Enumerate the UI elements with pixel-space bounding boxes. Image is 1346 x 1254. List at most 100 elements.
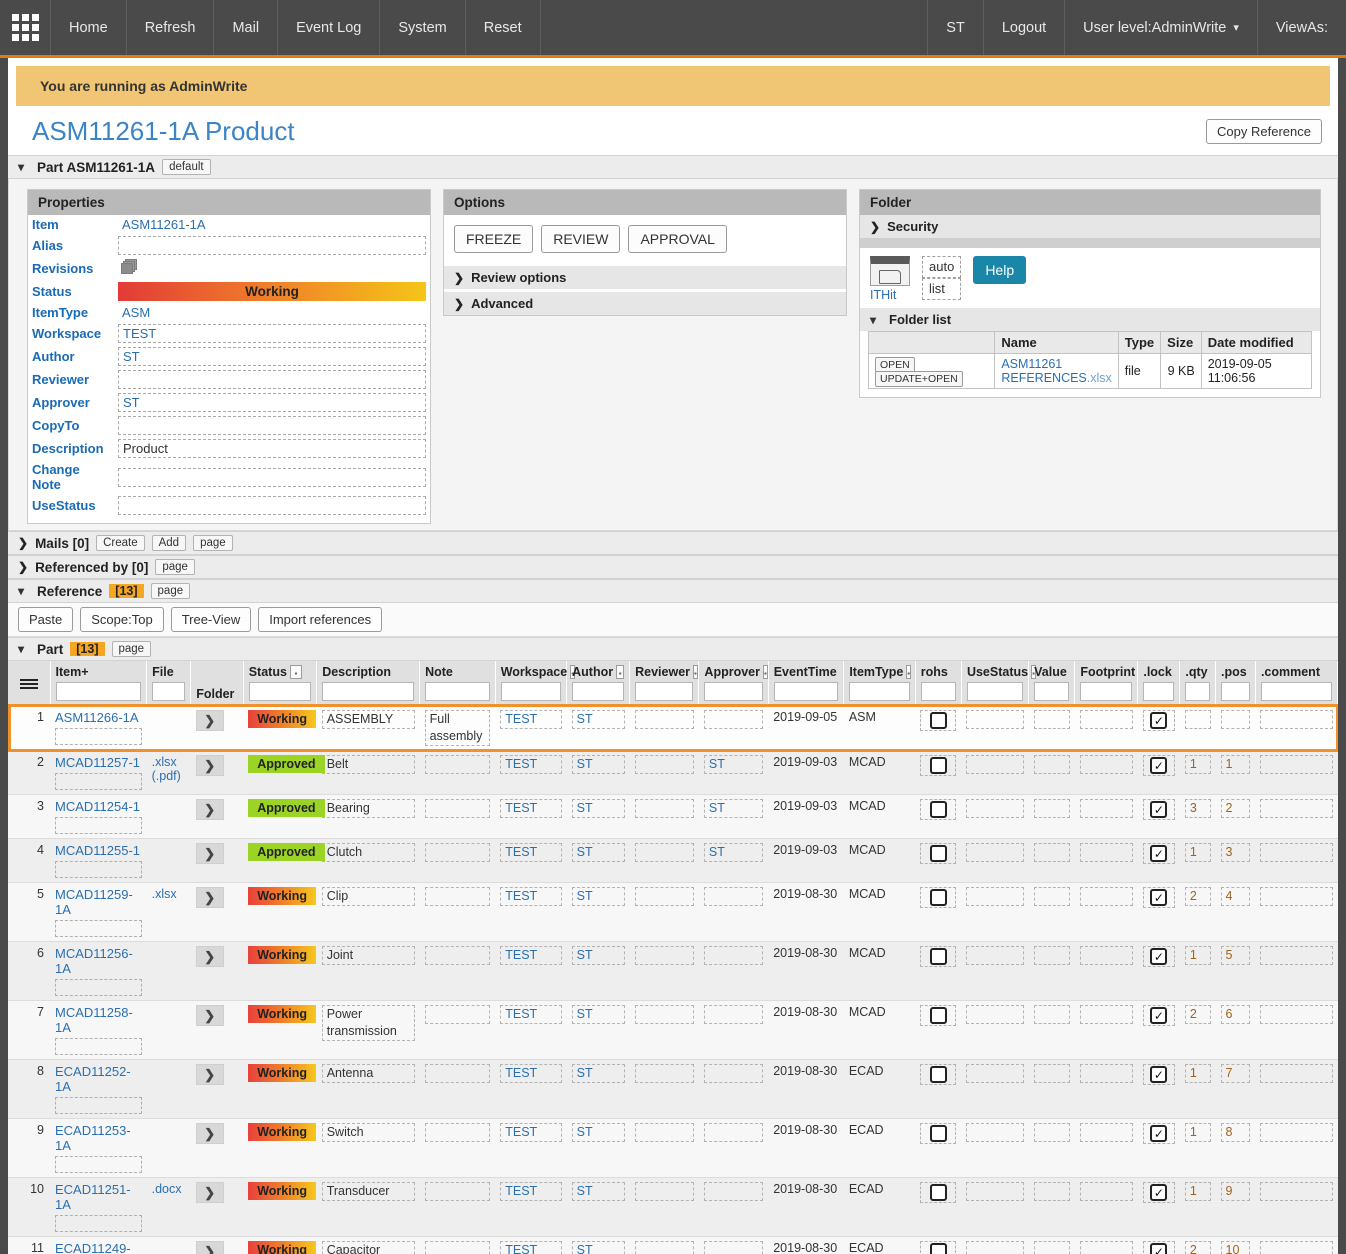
cell-workspace[interactable]: TEST xyxy=(495,705,567,751)
cell-approver[interactable] xyxy=(698,1059,769,1119)
filter-input-item[interactable] xyxy=(55,682,142,701)
nav-item-view-as[interactable]: ViewAs: xyxy=(1256,0,1346,55)
cell-usestatus[interactable] xyxy=(961,1000,1029,1060)
cell-value[interactable] xyxy=(703,1241,764,1254)
cell-folder[interactable]: ❯ xyxy=(190,1177,244,1237)
property-field-workspace[interactable]: TEST xyxy=(118,324,426,343)
cell-value[interactable]: 1 xyxy=(1184,843,1211,862)
cell-value[interactable] xyxy=(1028,941,1075,1001)
cell-file[interactable]: .xlsx xyxy=(146,882,191,942)
chevron-right-icon[interactable]: ❯ xyxy=(18,560,28,574)
cell-description[interactable]: Clip xyxy=(316,882,420,942)
filter-input-file[interactable] xyxy=(152,682,186,701)
cell-comment[interactable] xyxy=(1255,838,1338,883)
item-edit-slot[interactable] xyxy=(55,728,142,745)
expand-folder-button[interactable]: ❯ xyxy=(195,1182,224,1203)
cell-item[interactable]: MCAD11257-1 xyxy=(50,750,147,795)
lock-checkbox-wrap[interactable]: ✓ xyxy=(1142,755,1175,776)
cell-footprint[interactable] xyxy=(1074,1177,1138,1237)
cell-value[interactable] xyxy=(1220,710,1251,729)
cell-qty[interactable] xyxy=(1179,705,1216,751)
cell-value[interactable] xyxy=(1028,794,1075,839)
nav-item-refresh[interactable]: Refresh xyxy=(125,0,214,55)
nav-item-reset[interactable]: Reset xyxy=(464,0,540,55)
rohs-checkbox[interactable] xyxy=(929,1184,947,1201)
cell-value[interactable] xyxy=(1079,887,1133,906)
col-header-rohs[interactable]: rohs xyxy=(915,661,962,706)
cell-value[interactable] xyxy=(634,1241,694,1254)
filter-input-note[interactable] xyxy=(425,682,490,701)
col-header-workspace[interactable]: Workspace ▪ xyxy=(495,661,576,706)
cell-author[interactable]: ST xyxy=(566,794,630,839)
cell-value[interactable]: 1 xyxy=(1184,946,1211,965)
col-header-author[interactable]: Author ▪ xyxy=(566,661,631,706)
cell-pos[interactable]: 7 xyxy=(1215,1059,1256,1119)
update-open-button[interactable]: UPDATE+OPEN xyxy=(875,371,963,387)
folder-list-field[interactable]: list xyxy=(922,278,962,300)
lock-checkbox[interactable]: ✓ xyxy=(1150,757,1168,774)
cell-lock[interactable]: ✓ xyxy=(1137,838,1180,883)
cell-folder[interactable]: ❯ xyxy=(190,1000,244,1060)
cell-folder[interactable]: ❯ xyxy=(190,705,244,751)
cell-item[interactable]: MCAD11258-1A xyxy=(50,1000,147,1060)
cell-file[interactable] xyxy=(146,1059,191,1119)
item-edit-slot[interactable] xyxy=(55,979,142,996)
cell-value[interactable]: Transducer xyxy=(321,1182,415,1201)
item-link[interactable]: MCAD11258-1A xyxy=(55,1005,142,1035)
cell-value[interactable] xyxy=(703,710,764,729)
cell-author[interactable]: ST xyxy=(566,705,630,751)
cell-value[interactable] xyxy=(966,1123,1024,1142)
cell-workspace[interactable]: TEST xyxy=(495,882,567,942)
cell-value[interactable] xyxy=(1079,1241,1133,1254)
expand-folder-button[interactable]: ❯ xyxy=(195,1005,224,1026)
cell-value[interactable] xyxy=(1260,1182,1333,1201)
cell-value[interactable]: TEST xyxy=(500,710,562,729)
cell-value[interactable] xyxy=(966,710,1024,729)
lock-checkbox[interactable]: ✓ xyxy=(1150,1066,1168,1083)
cell-rohs[interactable] xyxy=(915,794,962,839)
cell-value[interactable]: 2 xyxy=(1220,799,1251,818)
cell-note[interactable] xyxy=(419,838,496,883)
cell-rohs[interactable] xyxy=(915,882,962,942)
cell-value[interactable] xyxy=(703,1005,764,1024)
cell-footprint[interactable] xyxy=(1074,794,1138,839)
cell-qty[interactable]: 2 xyxy=(1179,1236,1216,1254)
cell-value[interactable] xyxy=(703,887,764,906)
cell-value[interactable] xyxy=(1033,755,1070,774)
cell-value[interactable] xyxy=(1184,710,1211,729)
cell-file[interactable] xyxy=(146,1118,191,1178)
cell-value[interactable]: 9 xyxy=(1220,1182,1251,1201)
cell-value[interactable] xyxy=(1033,1182,1070,1201)
item-edit-slot[interactable] xyxy=(55,920,142,937)
col-header-pos[interactable]: .pos xyxy=(1215,661,1256,706)
cell-value[interactable] xyxy=(1033,946,1070,965)
col-header-num[interactable] xyxy=(8,661,51,706)
expand-folder-button[interactable]: ❯ xyxy=(195,1123,224,1144)
cell-rohs[interactable] xyxy=(915,1000,962,1060)
cell-value[interactable]: 1 xyxy=(1184,1064,1211,1083)
cell-file[interactable]: .xlsx (.pdf) xyxy=(146,750,191,795)
cell-lock[interactable]: ✓ xyxy=(1137,1177,1180,1237)
chevron-right-icon[interactable]: ❯ xyxy=(18,536,28,550)
nav-item-mail[interactable]: Mail xyxy=(213,0,277,55)
cell-author[interactable]: ST xyxy=(566,941,630,1001)
copy-reference-button[interactable]: Copy Reference xyxy=(1206,119,1322,144)
lock-checkbox[interactable]: ✓ xyxy=(1150,1125,1168,1142)
cell-note[interactable] xyxy=(419,882,496,942)
cell-folder[interactable]: ❯ xyxy=(190,1236,244,1254)
rohs-checkbox-wrap[interactable] xyxy=(920,1241,957,1254)
cell-value[interactable] xyxy=(966,1064,1024,1083)
cell-rohs[interactable] xyxy=(915,705,962,751)
reference-section-header[interactable]: ▾ Reference [13] page xyxy=(8,579,1338,603)
cell-usestatus[interactable] xyxy=(961,1177,1029,1237)
col-header-value[interactable]: Value xyxy=(1028,661,1076,706)
part-page-button[interactable]: page xyxy=(111,641,152,657)
cell-value[interactable] xyxy=(1028,705,1075,751)
scope-top-button[interactable]: Scope:Top xyxy=(80,607,164,632)
item-link[interactable]: ECAD11249-1A xyxy=(55,1241,142,1254)
cell-comment[interactable] xyxy=(1255,1000,1338,1060)
cell-pos[interactable] xyxy=(1215,705,1256,751)
cell-value[interactable]: TEST xyxy=(500,799,562,818)
folder-list-section[interactable]: ▾ Folder list xyxy=(860,308,1320,331)
col-header-item[interactable]: Item+ xyxy=(50,661,148,706)
